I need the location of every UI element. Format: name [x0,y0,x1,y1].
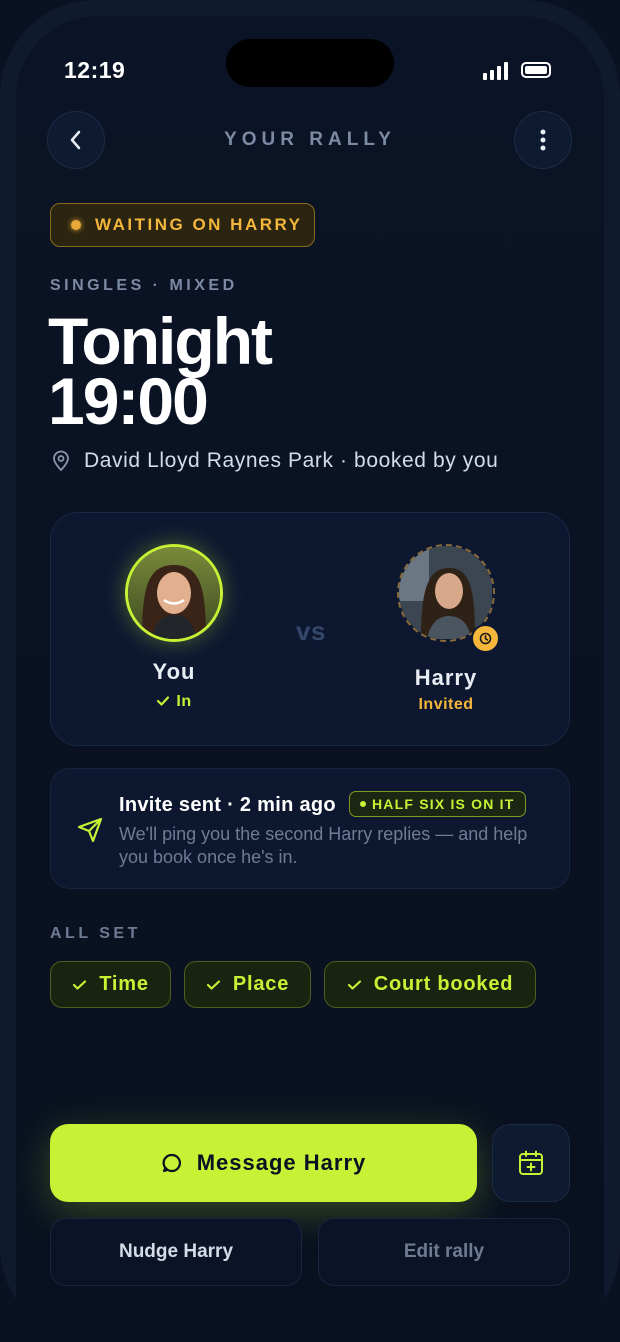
assistant-badge: HALF SIX IS ON IT [349,791,526,817]
send-icon [77,817,103,843]
clock-badge-icon [471,624,500,653]
dynamic-island [226,39,394,87]
status-time: 12:19 [64,57,126,83]
signal-icon [483,62,511,80]
checklist-label: ALL SET [50,925,141,942]
avatar-you[interactable] [125,544,223,642]
calendar-add-icon [519,1150,543,1175]
check-icon [206,979,220,990]
invite-card: Invite sent · 2 min ago HALF SIX IS ON I… [50,768,570,889]
assistant-badge-text: HALF SIX IS ON IT [372,796,515,812]
status-badge: WAITING ON HARRY [50,203,315,247]
check-icon [73,979,87,990]
player-harry-status: Invited [418,696,474,713]
more-vertical-icon [540,129,546,151]
match-time: 19:00 [48,364,209,438]
status-label: WAITING ON HARRY [95,215,303,234]
chip-place: Place [184,961,311,1008]
more-options-button[interactable] [514,111,572,169]
player-you-status: In [125,693,223,711]
nudge-button[interactable]: Nudge Harry [50,1218,302,1286]
chat-bubble-icon [162,1153,181,1173]
player-you-name: You [152,659,196,684]
edit-rally-button[interactable]: Edit rally [318,1218,570,1286]
chip-time-label: Time [99,973,149,995]
chip-court-label: Court booked [373,973,514,995]
message-button-label: Message Harry [196,1150,367,1175]
invite-description: We'll ping you the second Harry replies … [119,824,528,867]
chip-court-booked: Court booked [324,961,536,1008]
message-button[interactable]: Message Harry [50,1124,477,1202]
phone-frame: 12:19 YOUR RALLY WAITING ON HARRY SINGLE… [0,0,620,1342]
versus-label: vs [296,616,326,646]
chip-place-label: Place [232,973,290,995]
players-card: You In vs Harry Invited [50,512,570,746]
status-dot-icon [71,220,81,230]
add-to-calendar-button[interactable] [492,1124,570,1202]
chip-time: Time [50,961,171,1008]
player-you-status-text: In [176,693,192,710]
check-icon [157,696,170,706]
player-harry-name: Harry [414,665,478,690]
person-you-icon [128,547,220,639]
check-icon [347,979,361,990]
map-pin-icon [53,450,69,472]
battery-icon [521,62,551,78]
invite-title: Invite sent · 2 min ago [119,794,336,816]
location-text: David Lloyd Raynes Park · booked by you [84,449,499,472]
match-type: SINGLES · MIXED [50,277,238,294]
location: David Lloyd Raynes Park · booked by you [52,449,498,473]
badge-dot-icon [360,801,366,807]
